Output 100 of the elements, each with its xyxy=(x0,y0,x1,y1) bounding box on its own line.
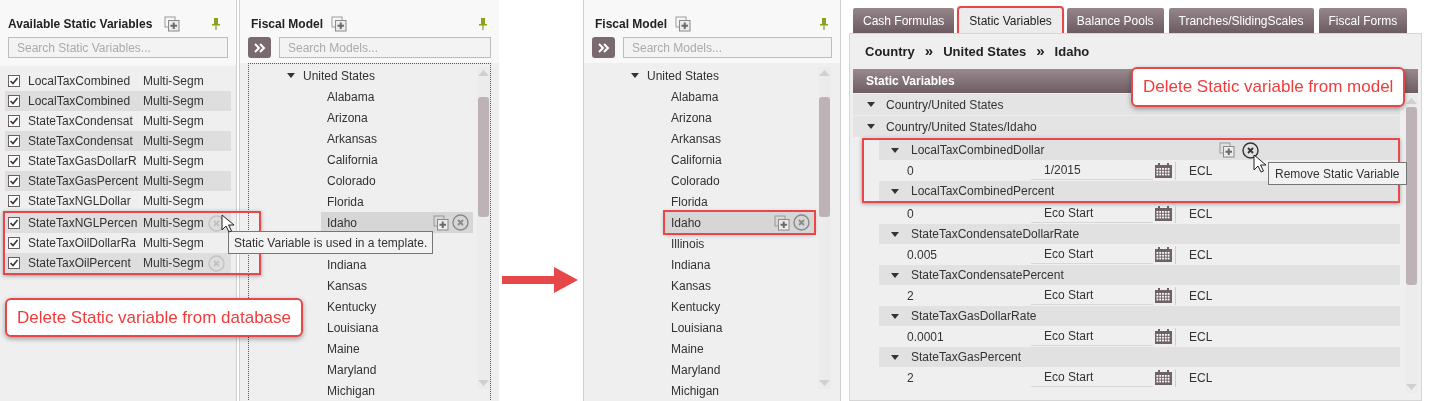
add-copy-icon[interactable] xyxy=(331,16,348,32)
tree-item[interactable]: Arkansas xyxy=(665,128,814,149)
tree-item[interactable]: Arkansas xyxy=(321,128,473,149)
tree-item[interactable]: Michigan xyxy=(665,380,814,401)
tree-item[interactable]: Maine xyxy=(321,338,473,359)
list-row[interactable]: StateTaxNGLPercen Multi-Segm xyxy=(5,213,231,233)
tree-item[interactable]: Indiana xyxy=(321,254,473,275)
checkbox[interactable] xyxy=(8,75,20,87)
expand-button[interactable] xyxy=(592,37,615,58)
add-copy-icon[interactable] xyxy=(433,214,449,231)
calendar-icon[interactable] xyxy=(1155,163,1172,178)
variable-header[interactable]: LocalTaxCombinedPercent xyxy=(879,181,1398,201)
checkbox[interactable] xyxy=(8,195,20,207)
variable-header[interactable]: StateTaxCondensateDollarRate xyxy=(879,224,1400,244)
checkbox[interactable] xyxy=(8,175,20,187)
calendar-icon[interactable] xyxy=(1155,247,1172,262)
add-copy-icon[interactable] xyxy=(1219,142,1235,158)
tab[interactable]: Fiscal Forms xyxy=(1318,8,1408,33)
tree-item[interactable]: California xyxy=(665,149,814,170)
tree-item[interactable]: Maryland xyxy=(321,359,473,380)
checkbox[interactable] xyxy=(8,155,20,167)
pin-icon[interactable] xyxy=(820,18,828,30)
caret-icon[interactable] xyxy=(891,312,899,320)
tree-item[interactable]: Louisiana xyxy=(321,317,473,338)
tree-item[interactable]: Indiana xyxy=(665,254,814,275)
checkbox[interactable] xyxy=(8,115,20,127)
caret-icon[interactable] xyxy=(867,101,875,108)
calendar-icon[interactable] xyxy=(1155,370,1172,385)
tab[interactable]: Cash Formulas xyxy=(853,8,955,33)
checkbox[interactable] xyxy=(8,217,20,229)
caret-icon[interactable] xyxy=(287,72,295,79)
scrollbar-thumb[interactable] xyxy=(819,97,830,217)
search-field[interactable]: Search Models... xyxy=(279,37,491,58)
remove-icon[interactable] xyxy=(1242,141,1259,159)
caret-icon[interactable] xyxy=(891,187,899,195)
checkbox[interactable] xyxy=(8,257,20,269)
search-field[interactable]: Search Static Variables... xyxy=(8,37,228,58)
tree-item[interactable]: Maryland xyxy=(665,359,814,380)
pin-icon[interactable] xyxy=(479,18,487,30)
tree-view[interactable]: United States Alabama Arizona Arkansas California Colorado Florida Idaho Illinois Indiana Kansas Kentucky Louisiana Maine Maryland Michigan xyxy=(592,63,832,401)
tree-item[interactable]: Florida xyxy=(665,191,814,212)
scrollbar[interactable] xyxy=(1405,95,1418,393)
scrollbar-thumb[interactable] xyxy=(1406,107,1417,285)
tree-item[interactable]: Florida xyxy=(321,191,473,212)
tree-item[interactable]: Arizona xyxy=(665,107,814,128)
list-row[interactable]: LocalTaxCombined Multi-Segm xyxy=(5,71,231,91)
tree-item[interactable]: Kansas xyxy=(665,275,814,296)
caret-icon[interactable] xyxy=(891,146,899,154)
tree-item[interactable]: Colorado xyxy=(665,170,814,191)
caret-icon[interactable] xyxy=(891,271,899,279)
checkbox[interactable] xyxy=(8,237,20,249)
tree-item[interactable]: Kentucky xyxy=(665,296,814,317)
date-field[interactable]: 1/2015 xyxy=(1031,161,1153,180)
tab[interactable]: Static Variables xyxy=(959,8,1062,33)
tree-item[interactable]: Michigan xyxy=(321,380,473,401)
calendar-icon[interactable] xyxy=(1155,329,1172,344)
tree-item[interactable]: Illinois xyxy=(665,233,814,254)
tree-item[interactable]: Kansas xyxy=(321,275,473,296)
add-copy-icon[interactable] xyxy=(164,16,181,32)
checkbox[interactable] xyxy=(8,95,20,107)
pin-icon[interactable] xyxy=(212,18,220,30)
tree-item[interactable]: Idaho xyxy=(321,212,473,233)
list-row[interactable]: LocalTaxCombined Multi-Segm xyxy=(5,91,231,111)
expand-button[interactable] xyxy=(248,37,271,58)
breadcrumb-item[interactable]: Country xyxy=(865,41,915,62)
list-row[interactable]: StateTaxGasDollarR Multi-Segm xyxy=(5,151,231,171)
tree-item[interactable]: Arizona xyxy=(321,107,473,128)
list-row[interactable]: StateTaxOilPercent Multi-Segm xyxy=(5,253,231,273)
variable-header[interactable]: LocalTaxCombinedDollar xyxy=(879,140,1398,160)
add-copy-icon[interactable] xyxy=(675,16,692,32)
tree-item[interactable]: Colorado xyxy=(321,170,473,191)
list-row[interactable]: StateTaxOilDollarRa Multi-Segm xyxy=(5,233,231,253)
date-field[interactable]: Eco Start xyxy=(1031,204,1153,223)
tab[interactable]: Balance Pools xyxy=(1066,8,1164,33)
tree-item[interactable]: Kentucky xyxy=(321,296,473,317)
caret-icon[interactable] xyxy=(891,353,899,361)
caret-icon[interactable] xyxy=(631,72,639,79)
caret-icon[interactable] xyxy=(867,123,875,130)
date-field[interactable]: Eco Start xyxy=(1031,327,1153,346)
group-row[interactable]: Country/United States/Idaho xyxy=(853,116,1400,137)
tree-item[interactable]: Maine xyxy=(665,338,814,359)
variable-header[interactable]: StateTaxGasPercent xyxy=(879,347,1400,367)
scrollbar-thumb[interactable] xyxy=(478,97,489,217)
tree-item[interactable]: United States xyxy=(303,66,376,85)
calendar-icon[interactable] xyxy=(1155,288,1172,303)
calendar-icon[interactable] xyxy=(1155,206,1172,221)
tree-item[interactable]: Alabama xyxy=(321,86,473,107)
caret-icon[interactable] xyxy=(891,230,899,238)
date-field[interactable]: Eco Start xyxy=(1031,286,1153,305)
date-field[interactable]: Eco Start xyxy=(1031,368,1153,387)
date-field[interactable]: Eco Start xyxy=(1031,245,1153,264)
tree-item[interactable]: Alabama xyxy=(665,86,814,107)
tree-item[interactable]: Louisiana xyxy=(665,317,814,338)
search-field[interactable]: Search Models... xyxy=(623,37,832,58)
tree-item[interactable]: United States xyxy=(647,66,720,85)
list-row[interactable]: StateTaxGasPercent Multi-Segm xyxy=(5,171,231,191)
add-copy-icon[interactable] xyxy=(774,214,790,231)
list-row[interactable]: StateTaxCondensat Multi-Segm xyxy=(5,131,231,151)
tab[interactable]: Tranches/SlidingScales xyxy=(1168,8,1314,33)
checkbox[interactable] xyxy=(8,135,20,147)
